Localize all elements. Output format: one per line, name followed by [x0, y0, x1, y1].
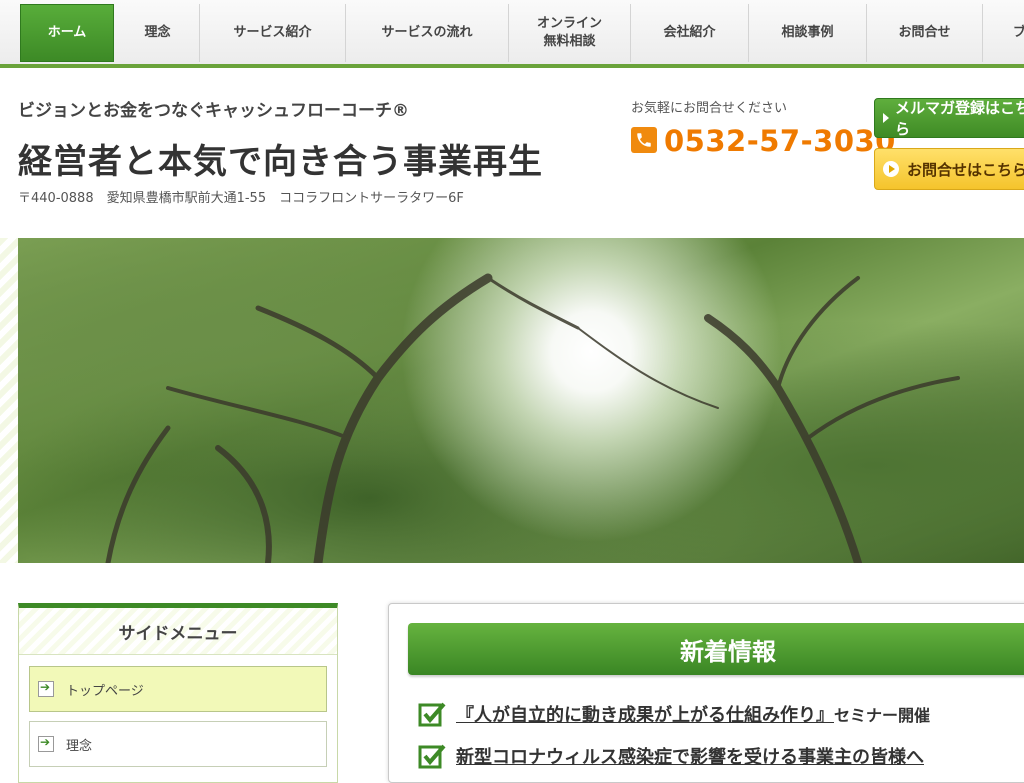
phone-icon — [631, 127, 657, 153]
side-item-label: トップページ — [66, 683, 144, 699]
global-nav: ホーム 理念 サービス紹介 サービスの流れ オンライン 無料相談 会社紹介 相談… — [0, 0, 1024, 68]
nav-company[interactable]: 会社紹介 — [631, 4, 749, 62]
side-item-top-page[interactable]: トップページ — [29, 666, 327, 712]
side-item-philosophy[interactable]: 理念 — [29, 721, 327, 767]
news-link[interactable]: 新型コロナウィルス感染症で影響を受ける事業主の皆様へ — [456, 743, 924, 769]
side-menu: サイドメニュー トップページ 理念 — [18, 603, 338, 783]
contact-button[interactable]: お問合せはこちら — [874, 148, 1024, 190]
contact-label: お気軽にお問合せください — [631, 101, 788, 116]
news-heading: 新着情報 — [408, 623, 1024, 675]
nav-home[interactable]: ホーム — [20, 4, 114, 62]
checkbox-check-icon — [418, 744, 446, 769]
site-tagline: ビジョンとお金をつなぐキャッシュフローコーチ® — [18, 101, 409, 121]
nav-cases[interactable]: 相談事例 — [749, 4, 867, 62]
nav-blog[interactable]: ブ — [983, 4, 1024, 62]
decorative-stripe — [0, 238, 18, 563]
checkbox-check-icon — [418, 702, 446, 727]
side-menu-title: サイドメニュー — [19, 608, 337, 655]
circle-arrow-icon — [883, 161, 899, 177]
arrow-right-icon — [38, 680, 54, 697]
nav-services[interactable]: サービス紹介 — [200, 4, 346, 62]
nav-online-consult[interactable]: オンライン 無料相談 — [509, 4, 631, 62]
news-item[interactable]: 新型コロナウィルス感染症で影響を受ける事業主の皆様へ — [418, 742, 924, 770]
newsletter-button-label: メルマガ登録はこちら — [895, 99, 1024, 138]
nav-philosophy[interactable]: 理念 — [116, 4, 200, 62]
site-address: 〒440-0888 愛知県豊橋市駅前大通1-55 ココラフロントサーラタワー6F — [18, 191, 464, 206]
triangle-right-icon — [883, 113, 889, 123]
side-item-label: 理念 — [66, 738, 93, 754]
site-title[interactable]: 経営者と本気で向き合う事業再生 — [18, 134, 543, 183]
phone-number[interactable]: 0532-57-3030 — [664, 124, 896, 158]
newsletter-button[interactable]: メルマガ登録はこちら — [874, 98, 1024, 138]
news-link-suffix[interactable]: セミナー開催 — [834, 702, 930, 726]
nav-service-flow[interactable]: サービスの流れ — [346, 4, 509, 62]
news-link[interactable]: 『人が自立的に動き成果が上がる仕組み作り』 — [456, 701, 834, 727]
hero-image — [18, 238, 1024, 563]
contact-button-label: お問合せはこちら — [907, 160, 1024, 179]
arrow-right-icon — [38, 735, 54, 752]
news-item[interactable]: 『人が自立的に動き成果が上がる仕組み作り』 セミナー開催 — [418, 700, 930, 728]
nav-contact[interactable]: お問合せ — [867, 4, 983, 62]
